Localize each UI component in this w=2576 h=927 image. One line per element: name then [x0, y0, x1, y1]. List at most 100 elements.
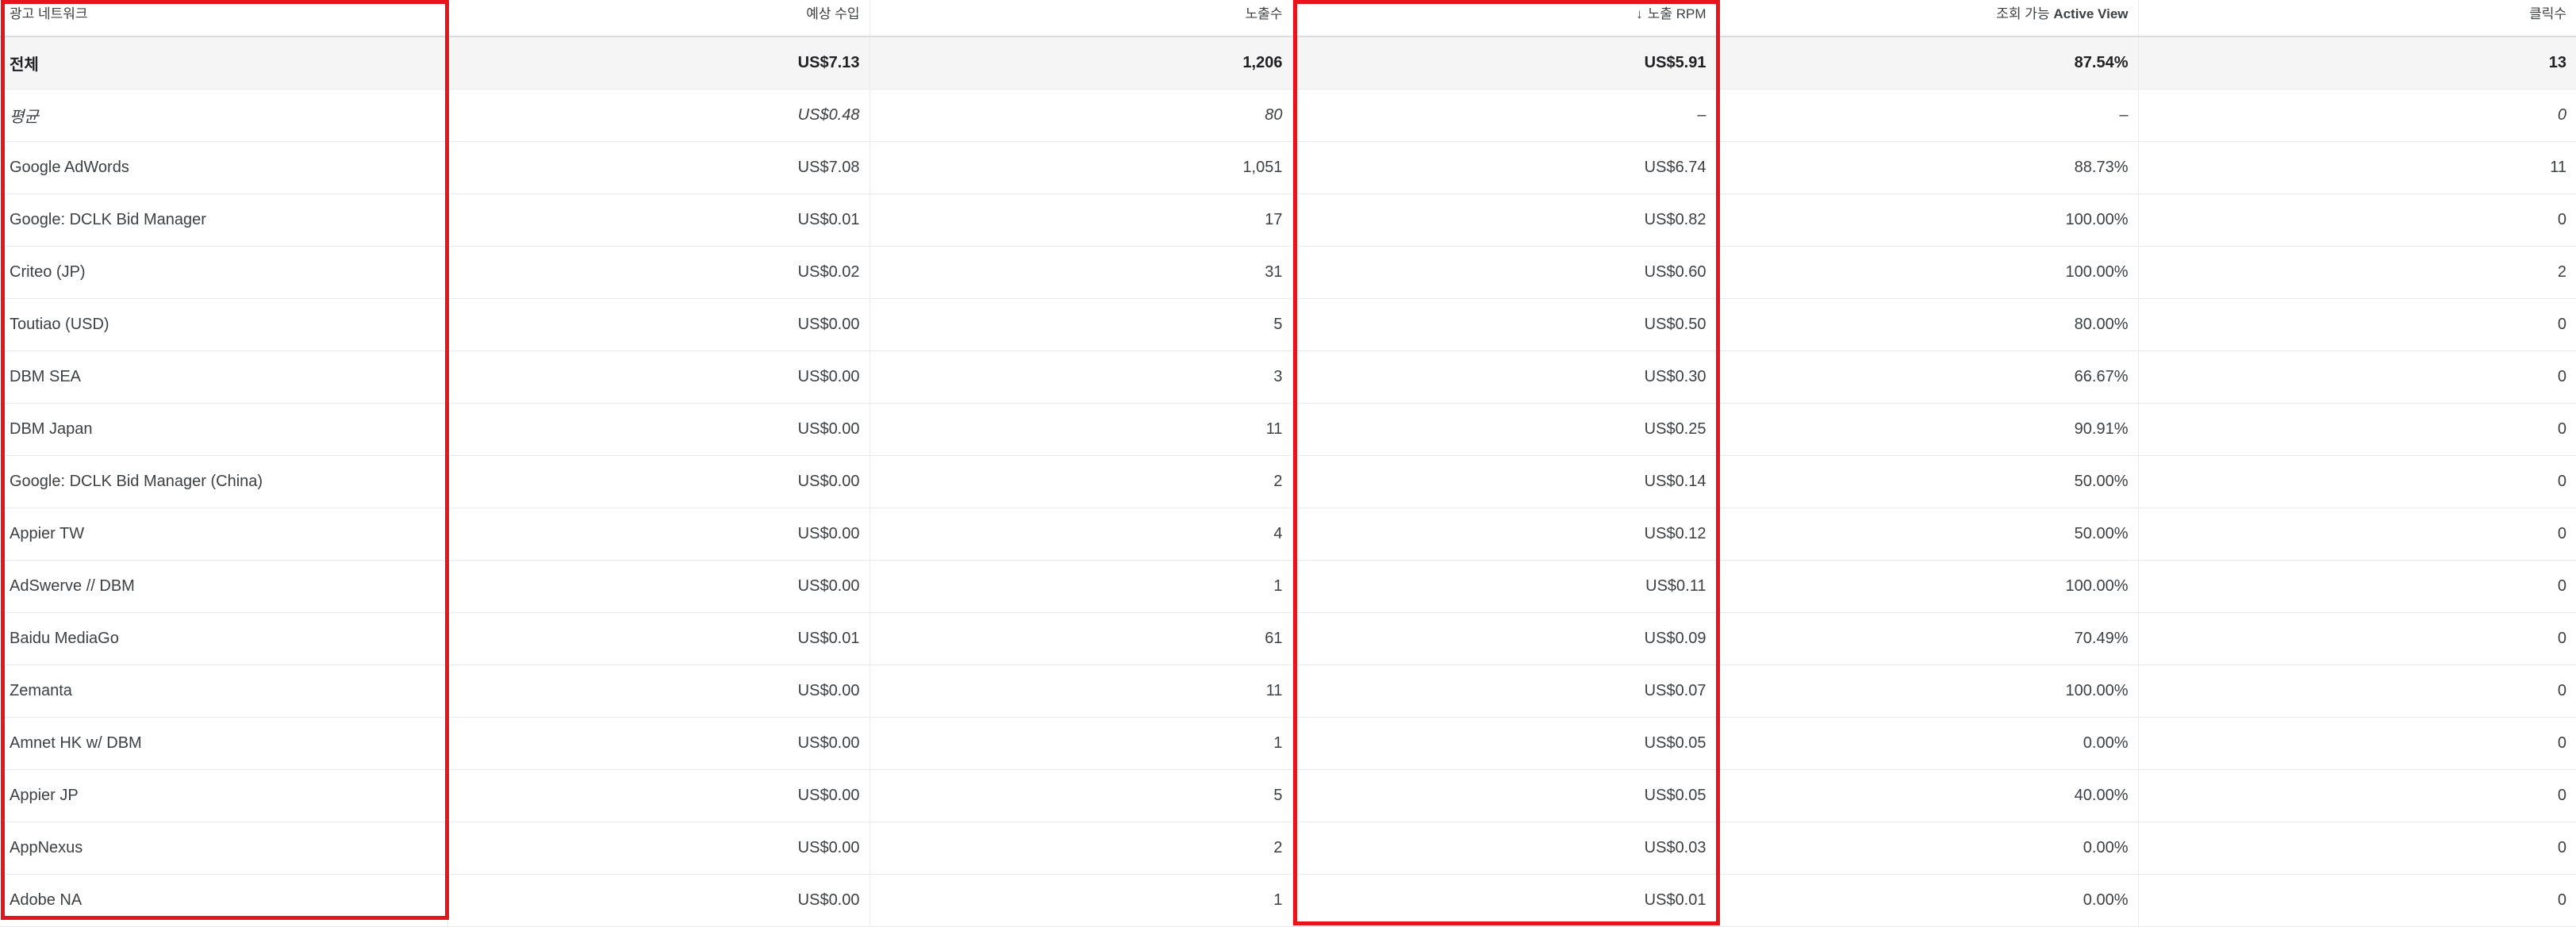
- table-row[interactable]: Adobe NA US$0.00 1 US$0.01 0.00% 0: [0, 874, 2576, 927]
- table-cell: US$7.13: [447, 36, 870, 90]
- ad-network-name: Appier TW: [0, 508, 447, 561]
- table-row[interactable]: Zemanta US$0.00 11 US$0.07 100.00% 0: [0, 665, 2576, 718]
- ad-network-name: AppNexus: [0, 822, 447, 875]
- table-row[interactable]: Google: DCLK Bid Manager (China) US$0.00 2…: [0, 455, 2576, 508]
- table-cell: 0: [2137, 612, 2576, 665]
- table-cell: 61: [869, 612, 1292, 665]
- table-cell: 11: [869, 665, 1292, 718]
- table-row[interactable]: AppNexus US$0.00 2 US$0.03 0.00% 0: [0, 822, 2576, 875]
- table-cell: US$0.00: [447, 822, 870, 875]
- table-cell: US$0.02: [447, 246, 870, 299]
- header-row: 광고 네트워크 예상 수입 노출수 ↓ 노출 RPM 조회 가능 Active V…: [0, 0, 2576, 37]
- table-cell: US$0.00: [447, 560, 870, 613]
- table-cell: 88.73%: [1715, 141, 2138, 194]
- column-header-label: 광고 네트워크: [10, 6, 88, 21]
- table-cell: US$0.01: [447, 193, 870, 247]
- table-cell: US$0.01: [447, 612, 870, 665]
- table-cell: –: [1292, 89, 1716, 142]
- column-header-active-view-viewable[interactable]: 조회 가능 Active View: [1715, 0, 2138, 37]
- ad-network-name: Zemanta: [0, 665, 447, 718]
- table-cell: 2: [869, 455, 1292, 508]
- table-cell: 0: [2137, 508, 2576, 561]
- table-cell: 100.00%: [1715, 246, 2138, 299]
- column-header-estimated-earnings[interactable]: 예상 수입: [447, 0, 870, 37]
- table-cell: 3: [869, 350, 1292, 404]
- table-cell: US$0.01: [1292, 874, 1716, 927]
- table-cell: US$0.00: [447, 665, 870, 718]
- table-row[interactable]: Google AdWords US$7.08 1,051 US$6.74 88.73% 1…: [0, 141, 2576, 194]
- table-cell: 5: [869, 298, 1292, 351]
- table-cell: 0: [2137, 455, 2576, 508]
- table-row[interactable]: Appier TW US$0.00 4 US$0.12 50.00% 0: [0, 508, 2576, 561]
- table-row[interactable]: Google: DCLK Bid Manager US$0.01 17 US$0.82…: [0, 193, 2576, 247]
- ad-network-report-table: 광고 네트워크 예상 수입 노출수 ↓ 노출 RPM 조회 가능 Active V…: [0, 0, 2576, 927]
- table-row[interactable]: Appier JP US$0.00 5 US$0.05 40.00% 0: [0, 769, 2576, 822]
- table-cell: 11: [869, 403, 1292, 456]
- table-cell: 50.00%: [1715, 508, 2138, 561]
- table-cell: 17: [869, 193, 1292, 247]
- table-cell: 0.00%: [1715, 822, 2138, 875]
- column-header-label: 노출 RPM: [1647, 6, 1706, 21]
- table-row[interactable]: AdSwerve // DBM US$0.00 1 US$0.11 100.00% 0: [0, 560, 2576, 613]
- table-cell: US$5.91: [1292, 36, 1716, 90]
- table-cell: US$0.00: [447, 769, 870, 822]
- ad-network-name: DBM SEA: [0, 350, 447, 404]
- table-cell: 0: [2137, 665, 2576, 718]
- column-header-clicks[interactable]: 클릭수: [2137, 0, 2576, 37]
- table-row[interactable]: DBM SEA US$0.00 3 US$0.30 66.67% 0: [0, 350, 2576, 404]
- table-cell: –: [1715, 89, 2138, 142]
- table-row[interactable]: Baidu MediaGo US$0.01 61 US$0.09 70.49% 0: [0, 612, 2576, 665]
- ad-network-name: Google: DCLK Bid Manager: [0, 193, 447, 247]
- table-cell: US$0.00: [447, 455, 870, 508]
- column-header-label: 노출수: [1245, 6, 1283, 21]
- table-cell: US$0.82: [1292, 193, 1716, 247]
- table-body: 전체 US$7.13 1,206 US$5.91 87.54% 13 평균 US…: [0, 36, 2576, 927]
- table-cell: US$0.05: [1292, 717, 1716, 770]
- table-cell: US$0.50: [1292, 298, 1716, 351]
- table-row[interactable]: Amnet HK w/ DBM US$0.00 1 US$0.05 0.00% 0: [0, 717, 2576, 770]
- arrow-down-icon: ↓: [1636, 6, 1643, 21]
- total-row: 전체 US$7.13 1,206 US$5.91 87.54% 13: [0, 36, 2576, 90]
- ad-network-name: Google AdWords: [0, 141, 447, 194]
- table-cell: 1: [869, 717, 1292, 770]
- table-cell: 31: [869, 246, 1292, 299]
- ad-network-name: Baidu MediaGo: [0, 612, 447, 665]
- table-cell: US$6.74: [1292, 141, 1716, 194]
- table-cell: US$0.00: [447, 403, 870, 456]
- table-cell: 0: [2137, 822, 2576, 875]
- table-cell: 평균: [0, 89, 447, 142]
- table-cell: US$0.09: [1292, 612, 1716, 665]
- table-cell: US$0.00: [447, 508, 870, 561]
- ad-network-name: DBM Japan: [0, 403, 447, 456]
- column-header-label-prefix: 조회 가능: [1996, 6, 2054, 21]
- table-cell: 100.00%: [1715, 560, 2138, 613]
- average-row: 평균 US$0.48 80 – – 0: [0, 89, 2576, 142]
- table-cell: 1: [869, 560, 1292, 613]
- table-cell: 1,206: [869, 36, 1292, 90]
- table-cell: 70.49%: [1715, 612, 2138, 665]
- table-cell: 2: [2137, 246, 2576, 299]
- ad-network-name: AdSwerve // DBM: [0, 560, 447, 613]
- table-cell: 11: [2137, 141, 2576, 194]
- column-header-ad-network[interactable]: 광고 네트워크: [0, 0, 447, 37]
- table-cell: 80: [869, 89, 1292, 142]
- table-cell: 0: [2137, 874, 2576, 927]
- table-cell: 0: [2137, 560, 2576, 613]
- table-cell: US$0.12: [1292, 508, 1716, 561]
- table-row[interactable]: DBM Japan US$0.00 11 US$0.25 90.91% 0: [0, 403, 2576, 456]
- ad-network-name: Adobe NA: [0, 874, 447, 927]
- table-row[interactable]: Toutiao (USD) US$0.00 5 US$0.50 80.00% 0: [0, 298, 2576, 351]
- table-cell: US$7.08: [447, 141, 870, 194]
- table-cell: US$0.25: [1292, 403, 1716, 456]
- table-cell: 0.00%: [1715, 717, 2138, 770]
- table-cell: US$0.00: [447, 874, 870, 927]
- ad-network-name: Toutiao (USD): [0, 298, 447, 351]
- table-row[interactable]: Criteo (JP) US$0.02 31 US$0.60 100.00% 2: [0, 246, 2576, 299]
- column-header-impressions[interactable]: 노출수: [869, 0, 1292, 37]
- table-cell: 100.00%: [1715, 193, 2138, 247]
- column-header-impression-rpm[interactable]: ↓ 노출 RPM: [1292, 0, 1716, 37]
- table-cell: 100.00%: [1715, 665, 2138, 718]
- table-cell: 0: [2137, 717, 2576, 770]
- table-cell: US$0.48: [447, 89, 870, 142]
- table-cell: US$0.03: [1292, 822, 1716, 875]
